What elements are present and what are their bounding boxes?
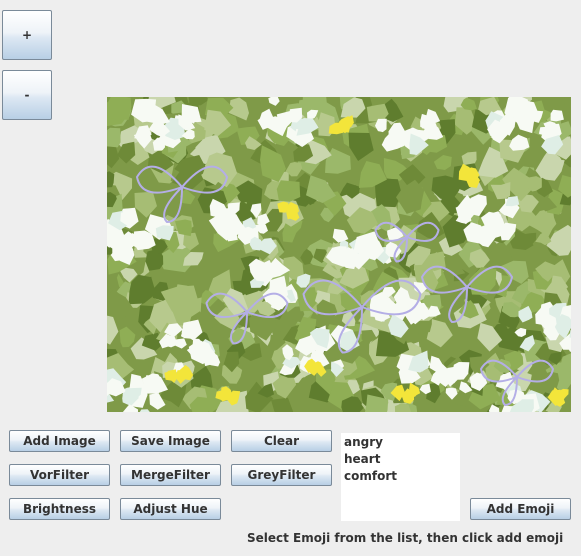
status-instruction: Select Emoji from the list, then click a… <box>247 531 564 545</box>
emoji-list-item-angry[interactable]: angry <box>343 434 458 451</box>
grey-filter-button[interactable]: GreyFilter <box>231 464 332 486</box>
adjust-hue-button[interactable]: Adjust Hue <box>120 498 221 520</box>
merge-filter-button[interactable]: MergeFilter <box>120 464 221 486</box>
add-image-button[interactable]: Add Image <box>9 430 110 452</box>
filtered-image <box>107 97 571 412</box>
image-canvas[interactable] <box>107 97 571 412</box>
emoji-list[interactable]: angry heart comfort <box>341 433 460 521</box>
brightness-button[interactable]: Brightness <box>9 498 110 520</box>
zoom-out-button[interactable]: - <box>2 70 52 120</box>
save-image-button[interactable]: Save Image <box>120 430 221 452</box>
vor-filter-button[interactable]: VorFilter <box>9 464 110 486</box>
emoji-list-item-heart[interactable]: heart <box>343 451 458 468</box>
zoom-in-button[interactable]: + <box>2 10 52 60</box>
add-emoji-button[interactable]: Add Emoji <box>470 498 571 520</box>
emoji-list-item-comfort[interactable]: comfort <box>343 468 458 485</box>
clear-button[interactable]: Clear <box>231 430 332 452</box>
